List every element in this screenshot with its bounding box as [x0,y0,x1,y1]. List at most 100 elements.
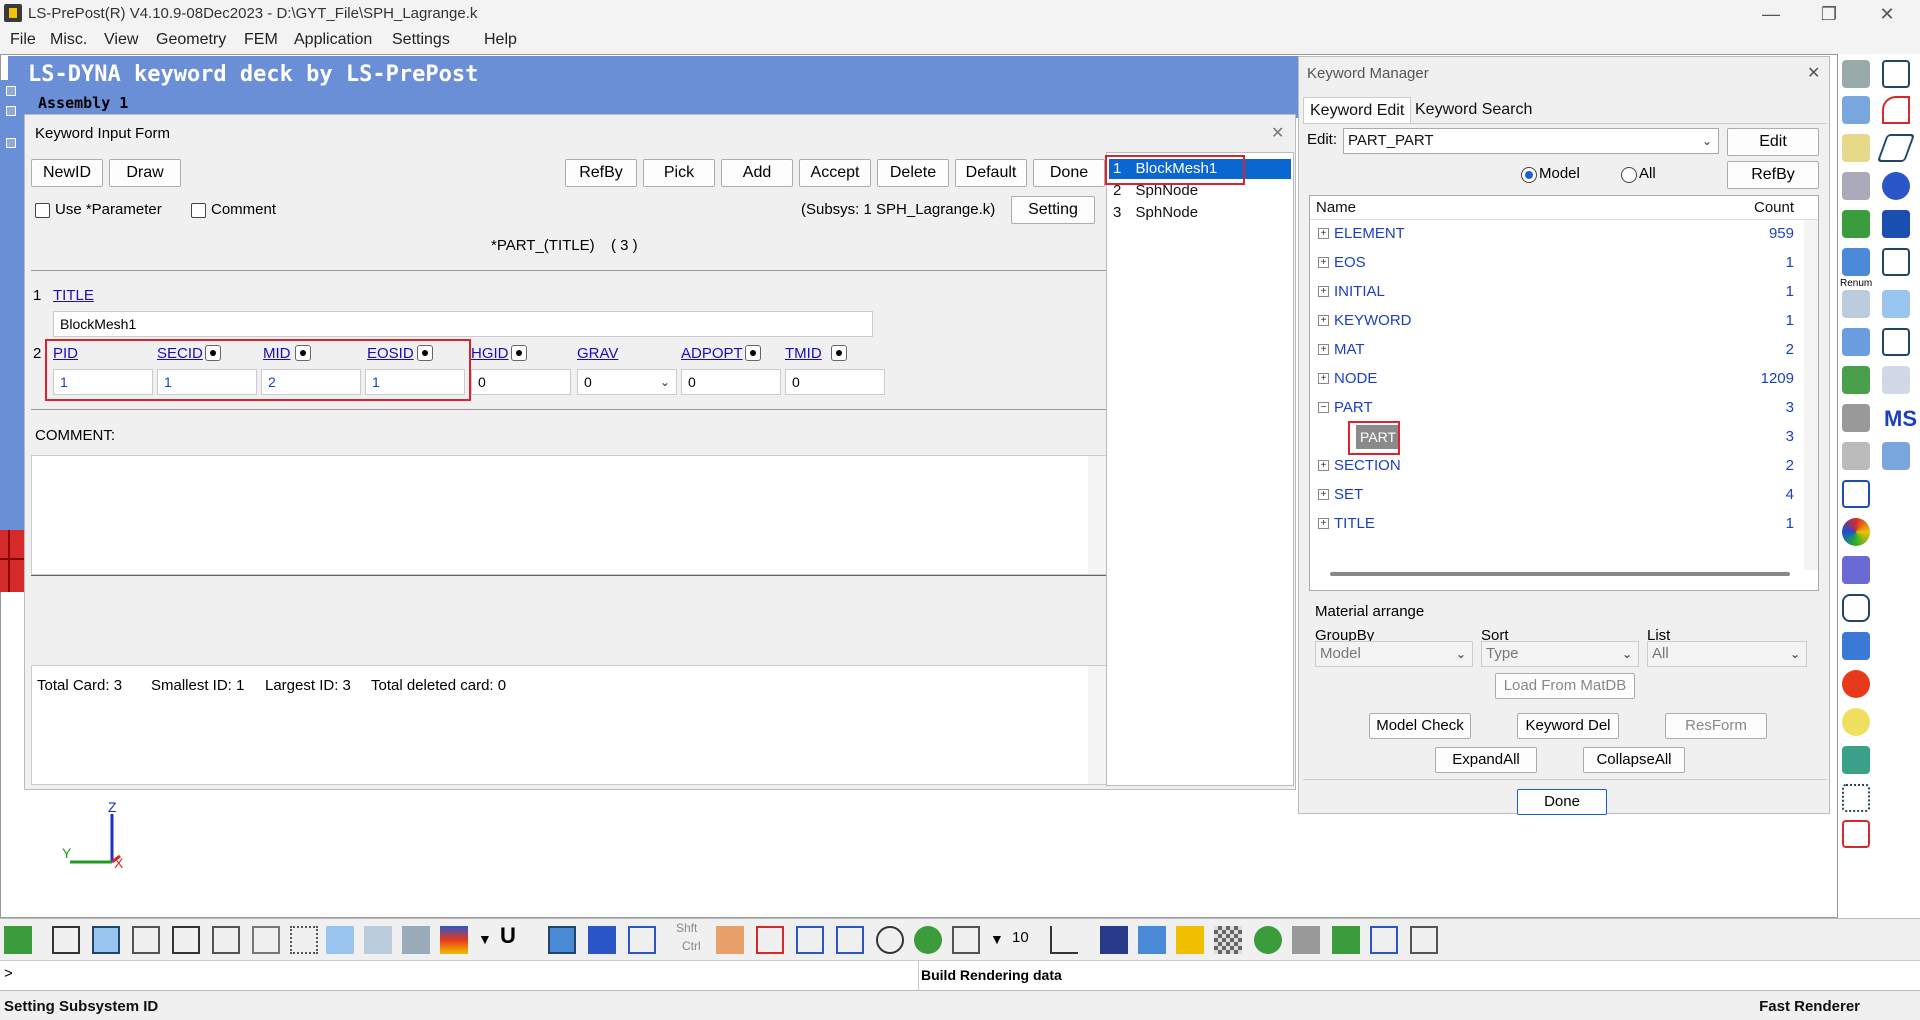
tree-row[interactable]: + TITLE 1 [1314,514,1794,536]
grid-icon[interactable] [1882,290,1910,318]
explosion-icon[interactable] [1842,670,1870,698]
gear-group-icon[interactable] [1292,926,1320,954]
zoom-box-icon[interactable] [836,926,864,954]
tmid-label[interactable]: TMID [785,345,822,362]
expand-icon[interactable]: + [1318,228,1329,239]
sphere-icon[interactable] [1882,172,1910,200]
expand-icon[interactable]: + [1318,460,1329,471]
command-line[interactable]: > Build Rendering data [0,960,1920,991]
resform-button[interactable]: ResForm [1665,713,1767,739]
solid-mesh-icon[interactable] [364,926,392,954]
home-icon[interactable] [1138,926,1166,954]
groupby-select[interactable]: Model ⌄ [1315,641,1473,667]
mesh-cube-icon[interactable] [172,926,200,954]
solid-blue-icon[interactable] [588,926,616,954]
expand-icon[interactable]: + [1318,489,1329,500]
hgid-label[interactable]: HGID [471,345,509,362]
gear-green-icon[interactable] [1332,926,1360,954]
km-close-icon[interactable]: ✕ [1807,63,1820,83]
view-dropdown-icon[interactable]: ▼ [990,931,1004,947]
add-box-icon[interactable] [756,926,784,954]
scrollbar[interactable] [1088,456,1106,574]
menu-fem[interactable]: FEM [244,31,278,49]
model-check-button[interactable]: Model Check [1369,713,1471,739]
setting-button[interactable]: Setting [1011,196,1095,224]
angle-value[interactable]: 10 [1012,929,1029,946]
expand-icon[interactable]: + [1318,373,1329,384]
tmid-input[interactable]: 0 [785,369,885,395]
keyword-del-button[interactable]: Keyword Del [1517,713,1619,739]
scrollbar[interactable] [1088,666,1106,784]
collapse-icon[interactable]: − [1318,402,1329,413]
rotate-icon[interactable] [876,926,904,954]
u-icon[interactable]: U [500,923,516,949]
tree-row[interactable]: − PART 3 [1314,398,1794,420]
plane-icon[interactable] [1876,134,1916,162]
tab-keyword-edit[interactable]: Keyword Edit [1303,97,1412,123]
draw-button[interactable]: Draw [109,159,181,187]
expand-all-button[interactable]: ExpandAll [1435,747,1537,773]
adpopt-pick-icon[interactable] [745,345,761,361]
delete-button[interactable]: Delete [877,159,949,187]
tree-row[interactable]: + INITIAL 1 [1314,282,1794,304]
settings-icon[interactable] [1842,172,1870,200]
title-field-label[interactable]: TITLE [53,287,94,304]
brush-icon[interactable] [716,926,744,954]
load-matdb-button[interactable]: Load From MatDB [1495,673,1635,699]
window-icon[interactable] [1882,366,1910,394]
renum-icon[interactable] [1842,248,1870,276]
menu-help[interactable]: Help [484,31,517,49]
expand-icon[interactable]: + [1318,286,1329,297]
radio-model[interactable] [1521,167,1537,183]
tree-scrollbar[interactable] [1804,220,1818,570]
dot-cube-icon[interactable] [290,926,318,954]
lightbulb-icon[interactable] [1842,708,1870,736]
wire-blue-icon[interactable] [628,926,656,954]
paint-icon[interactable] [1842,556,1870,584]
pick-button[interactable]: Pick [643,159,715,187]
check-icon[interactable] [4,926,32,954]
shaded-cube-icon[interactable] [92,926,120,954]
adpopt-input[interactable]: 0 [681,369,781,395]
rectangle-icon[interactable] [1842,480,1870,508]
close-window-button[interactable]: ✕ [1864,0,1910,28]
cube-front-icon[interactable] [1100,926,1128,954]
ms-icon[interactable]: MS [1884,406,1917,432]
radio-all[interactable] [1621,167,1637,183]
km-done-button[interactable]: Done [1517,789,1607,815]
info-icon[interactable] [1882,442,1910,470]
use-parameter-checkbox[interactable] [35,203,50,218]
kif-close-icon[interactable]: ✕ [1271,123,1284,143]
hidden-cube-icon[interactable] [132,926,160,954]
points-icon[interactable] [1842,784,1870,812]
fringe-dropdown-icon[interactable]: ▼ [478,931,492,947]
expand-icon[interactable]: + [1318,257,1329,268]
refby-button[interactable]: RefBy [565,159,637,187]
color-wheel-icon[interactable] [1842,518,1870,546]
grav-select[interactable]: 0 ⌄ [577,369,677,395]
sort-select[interactable]: Type ⌄ [1481,641,1639,667]
menu-file[interactable]: File [10,31,36,49]
outline-cube-icon[interactable] [252,926,280,954]
lattice-icon[interactable] [1882,328,1910,356]
tree-hscrollbar[interactable] [1330,572,1790,576]
checker-icon[interactable] [1214,926,1242,954]
chart-icon[interactable] [1370,926,1398,954]
menu-misc[interactable]: Misc. [50,31,87,49]
cube-select-icon[interactable] [1882,210,1910,238]
menu-view[interactable]: View [104,31,138,49]
default-button[interactable]: Default [955,159,1027,187]
comment-textarea[interactable] [31,455,1107,575]
tree-node-icon[interactable] [6,106,16,116]
blue-cube-icon[interactable] [548,926,576,954]
lightning-icon[interactable] [1176,926,1204,954]
tree-row[interactable]: + ELEMENT 959 [1314,224,1794,246]
tree-node-icon[interactable] [6,86,16,96]
tree-row[interactable]: + MAT 2 [1314,340,1794,362]
globe-icon[interactable] [914,926,942,954]
menu-settings[interactable]: Settings [392,31,450,49]
grav-label[interactable]: GRAV [577,345,618,362]
tree-row[interactable]: + EOS 1 [1314,253,1794,275]
table-icon[interactable] [1842,290,1870,318]
wireframe-cube-icon[interactable] [52,926,80,954]
